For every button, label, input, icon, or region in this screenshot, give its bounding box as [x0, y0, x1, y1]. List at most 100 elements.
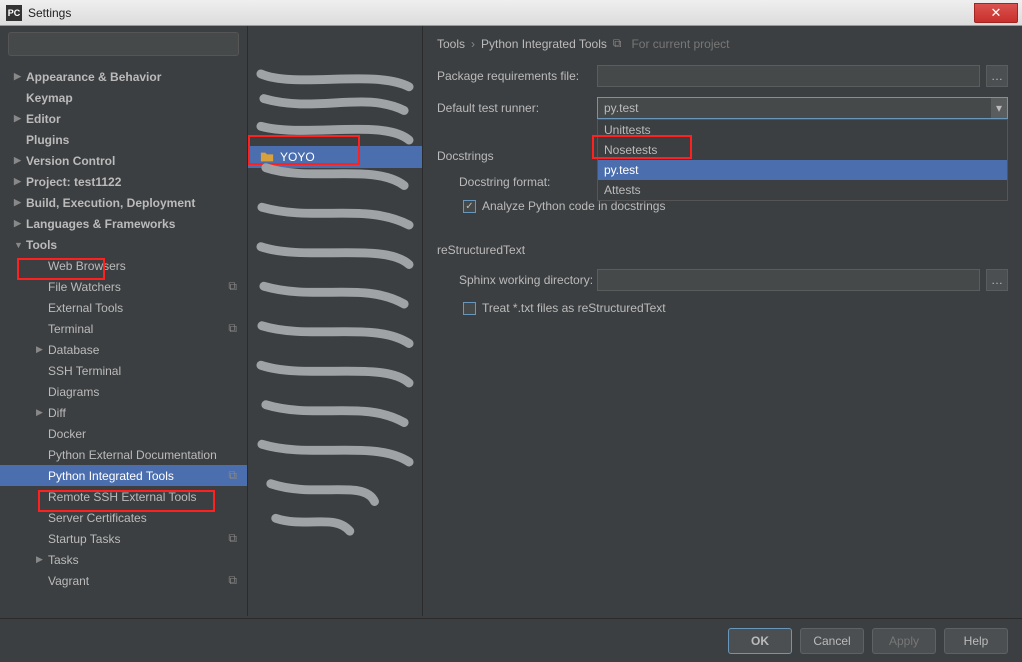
label-treat-txt: Treat *.txt files as reStructuredText [482, 301, 666, 315]
tree-item[interactable]: Remote SSH External Tools [0, 486, 247, 507]
tree-item-label: Web Browsers [48, 259, 126, 273]
tree-item[interactable]: ▶Tasks [0, 549, 247, 570]
window-title: Settings [28, 6, 974, 20]
checkbox-analyze[interactable]: ✓ [463, 200, 476, 213]
project-tree-column: YOYO [248, 26, 423, 616]
input-sphinx[interactable] [597, 269, 980, 291]
combo-default-runner[interactable]: py.test ▾ Unittests Nosetests py.test At… [597, 97, 1008, 119]
label-analyze: Analyze Python code in docstrings [482, 199, 665, 213]
tree-item[interactable]: SSH Terminal [0, 360, 247, 381]
tree-item[interactable]: Docker [0, 423, 247, 444]
close-button[interactable]: ✕ [974, 3, 1018, 23]
tree-item-label: File Watchers [48, 280, 121, 294]
tree-item[interactable]: File Watchers ⧉ [0, 276, 247, 297]
browse-sphinx-button[interactable]: … [986, 269, 1008, 291]
tree-item[interactable]: Web Browsers [0, 255, 247, 276]
combo-option[interactable]: Attests [598, 180, 1007, 200]
ok-button[interactable]: OK [728, 628, 792, 654]
tree-item-label: Languages & Frameworks [26, 217, 175, 231]
search-input[interactable] [8, 32, 239, 56]
tree-item-label: Diff [48, 406, 66, 420]
tree-item[interactable]: Startup Tasks ⧉ [0, 528, 247, 549]
tree-item-label: Vagrant [48, 574, 89, 588]
project-scope-icon: ⧉ [228, 279, 237, 294]
project-scope-icon: ⧉ [228, 468, 237, 483]
tree-item-label: Startup Tasks [48, 532, 120, 546]
browse-pkg-req-button[interactable]: … [986, 65, 1008, 87]
tree-item[interactable]: Vagrant ⧉ [0, 570, 247, 591]
input-pkg-req[interactable] [597, 65, 980, 87]
tree-item[interactable]: Server Certificates [0, 507, 247, 528]
chevron-right-icon: ▶ [14, 71, 26, 82]
tree-item-label: Plugins [26, 133, 69, 147]
tree-item-label: Remote SSH External Tools [48, 490, 197, 504]
label-sphinx: Sphinx working directory: [437, 273, 597, 287]
breadcrumb-hint: For current project [631, 37, 729, 51]
dialog-footer: OK Cancel Apply Help [0, 618, 1022, 662]
tree-item[interactable]: Python External Documentation [0, 444, 247, 465]
apply-button[interactable]: Apply [872, 628, 936, 654]
checkbox-treat-txt[interactable] [463, 302, 476, 315]
combo-option[interactable]: Nosetests [598, 140, 1007, 160]
main-settings-pane: Tools › Python Integrated Tools ⧉ For cu… [423, 26, 1022, 616]
tree-item-label: Project: test1122 [26, 175, 121, 189]
tree-item-label: Python External Documentation [48, 448, 217, 462]
tree-item-label: SSH Terminal [48, 364, 121, 378]
project-scope-icon: ⧉ [228, 573, 237, 588]
chevron-right-icon: ▶ [14, 155, 26, 166]
tree-item[interactable]: ▶Database [0, 339, 247, 360]
breadcrumb: Tools › Python Integrated Tools ⧉ For cu… [437, 36, 1008, 51]
tree-item[interactable]: ▶Diff [0, 402, 247, 423]
tree-item[interactable]: Diagrams [0, 381, 247, 402]
project-scope-icon: ⧉ [228, 321, 237, 336]
tree-item[interactable]: Keymap [0, 87, 247, 108]
titlebar: PC Settings ✕ [0, 0, 1022, 26]
help-button[interactable]: Help [944, 628, 1008, 654]
combo-dropdown-runner: Unittests Nosetests py.test Attests [597, 119, 1008, 201]
tree-item[interactable]: ▶Project: test1122 [0, 171, 247, 192]
tree-item-label: Database [48, 343, 99, 357]
section-rst: reStructuredText [437, 243, 1008, 257]
tree-item-label: Tools [26, 238, 57, 252]
redaction-scribble [256, 56, 414, 556]
project-scope-icon: ⧉ [228, 531, 237, 546]
tree-item-label: Keymap [26, 91, 73, 105]
tree-item[interactable]: ▶Editor [0, 108, 247, 129]
breadcrumb-leaf: Python Integrated Tools [481, 37, 607, 51]
tree-item-label: External Tools [48, 301, 123, 315]
tree-item[interactable]: ▶Appearance & Behavior [0, 66, 247, 87]
combo-option[interactable]: Unittests [598, 120, 1007, 140]
tree-item[interactable]: ▶Version Control [0, 150, 247, 171]
tree-item-label: Python Integrated Tools [48, 469, 174, 483]
tree-item-label: Docker [48, 427, 86, 441]
tree-item-label: Build, Execution, Deployment [26, 196, 195, 210]
tree-item-label: Appearance & Behavior [26, 70, 161, 84]
combo-option[interactable]: py.test [598, 160, 1007, 180]
tree-item[interactable]: External Tools [0, 297, 247, 318]
cancel-button[interactable]: Cancel [800, 628, 864, 654]
chevron-down-icon: ▼ [14, 240, 26, 250]
chevron-right-icon: ▶ [36, 344, 48, 355]
combo-value-runner: py.test [604, 101, 638, 115]
chevron-down-icon: ▾ [991, 98, 1007, 118]
breadcrumb-sep: › [471, 37, 475, 51]
tree-item[interactable]: Python Integrated Tools ⧉ [0, 465, 247, 486]
breadcrumb-root[interactable]: Tools [437, 37, 465, 51]
tree-item[interactable]: ▼Tools [0, 234, 247, 255]
tree-item[interactable]: Plugins [0, 129, 247, 150]
label-pkg-req: Package requirements file: [437, 69, 597, 83]
chevron-right-icon: ▶ [36, 554, 48, 565]
tree-item-label: Version Control [26, 154, 115, 168]
tree-item-label: Diagrams [48, 385, 99, 399]
copy-icon: ⧉ [613, 36, 622, 51]
tree-item[interactable]: ▶Languages & Frameworks [0, 213, 247, 234]
settings-tree[interactable]: ▶Appearance & BehaviorKeymap▶EditorPlugi… [0, 62, 247, 616]
tree-item-label: Tasks [48, 553, 79, 567]
chevron-right-icon: ▶ [14, 218, 26, 229]
tree-item[interactable]: Terminal ⧉ [0, 318, 247, 339]
tree-item[interactable]: ▶Build, Execution, Deployment [0, 192, 247, 213]
tree-item-label: Terminal [48, 322, 93, 336]
app-logo: PC [6, 5, 22, 21]
settings-sidebar: ▶Appearance & BehaviorKeymap▶EditorPlugi… [0, 26, 248, 616]
chevron-right-icon: ▶ [14, 197, 26, 208]
